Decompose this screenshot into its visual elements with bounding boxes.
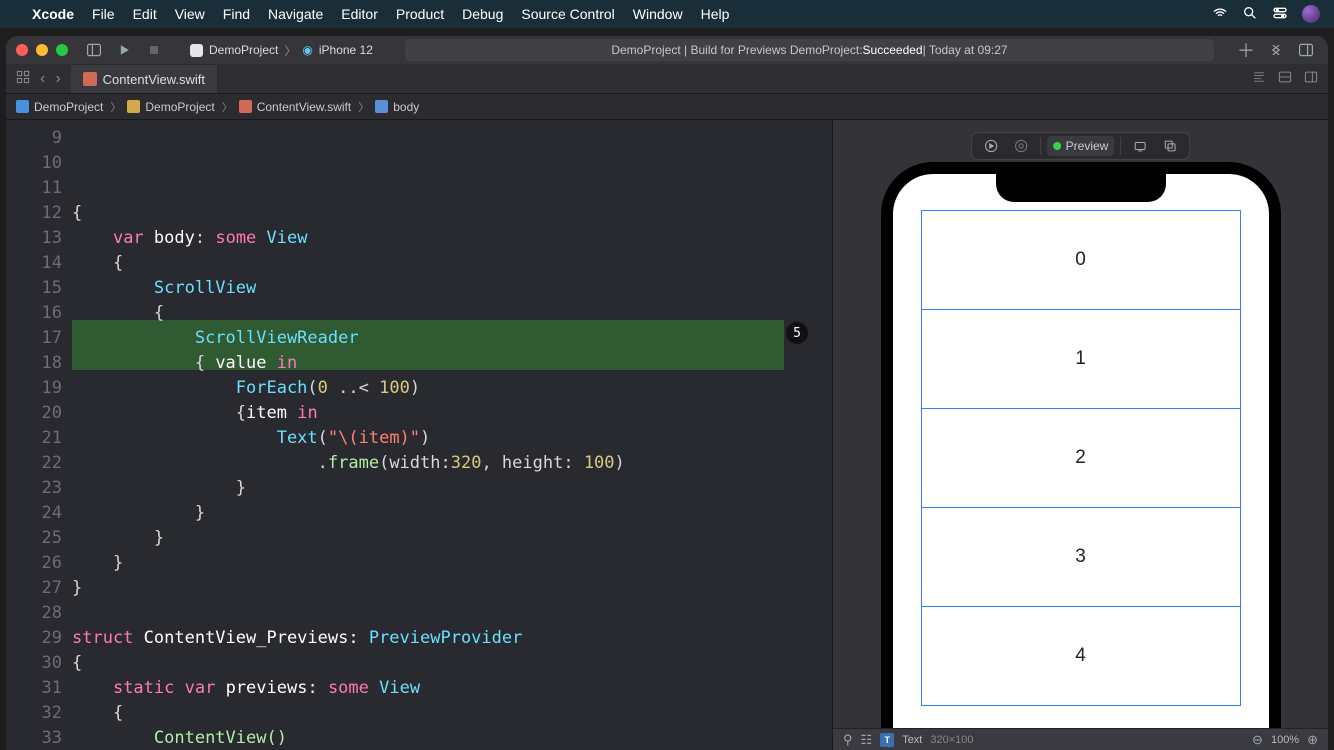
scheme-selector[interactable]: DemoProject 〉 ◉ iPhone 12 <box>182 40 381 61</box>
device-icon: ◉ <box>302 43 312 57</box>
user-avatar-icon[interactable] <box>1302 5 1320 23</box>
tab-contentview[interactable]: ContentView.swift <box>71 64 218 93</box>
fullscreen-window-button[interactable] <box>56 44 68 56</box>
zoom-out-icon[interactable]: ⊖ <box>1252 732 1263 748</box>
menu-source-control[interactable]: Source Control <box>521 6 614 22</box>
chevron-icon: 〉 <box>356 99 371 115</box>
nav-forward-icon[interactable]: › <box>55 70 60 88</box>
related-items-icon[interactable] <box>16 70 30 87</box>
crumb-1[interactable]: DemoProject <box>34 100 103 114</box>
jump-bar[interactable]: DemoProject 〉 DemoProject 〉 ContentView.sw… <box>6 94 1328 120</box>
chevron-right-icon: 〉 <box>284 42 296 59</box>
wifi-icon[interactable] <box>1212 5 1228 24</box>
nav-back-icon[interactable]: ‹ <box>40 70 45 88</box>
list-item[interactable]: 3 <box>921 507 1241 607</box>
list-item[interactable]: 2 <box>921 408 1241 508</box>
scheme-device-label: iPhone 12 <box>319 43 373 57</box>
crumb-4[interactable]: body <box>393 100 419 114</box>
zoom-in-icon[interactable]: ⊕ <box>1307 732 1318 748</box>
menu-file[interactable]: File <box>92 6 115 22</box>
status-prefix: DemoProject | Build for Previews DemoPro… <box>611 43 862 57</box>
window-toolbar: DemoProject 〉 ◉ iPhone 12 DemoProject | … <box>6 36 1328 64</box>
preview-canvas: Preview 0 1 2 3 4 <box>832 120 1328 750</box>
selectable-preview-button[interactable] <box>1008 136 1034 156</box>
device-screen[interactable]: 0 1 2 3 4 <box>893 174 1269 750</box>
variants-button[interactable] <box>1157 136 1183 156</box>
device-notch <box>996 174 1166 202</box>
status-result: Succeeded <box>863 43 923 57</box>
chevron-icon: 〉 <box>220 99 235 115</box>
add-editor-icon[interactable]: ＋ <box>1238 42 1254 58</box>
control-center-icon[interactable] <box>1272 5 1288 24</box>
menu-help[interactable]: Help <box>701 6 730 22</box>
diagnostic-badge[interactable]: 5 <box>786 322 808 344</box>
menu-find[interactable]: Find <box>223 6 250 22</box>
selected-element-dims: 320×100 <box>930 734 973 746</box>
crumb-3[interactable]: ContentView.swift <box>257 100 352 114</box>
library-icon[interactable] <box>1268 42 1284 58</box>
toggle-navigator-icon[interactable] <box>86 42 102 58</box>
scheme-project-label: DemoProject <box>209 43 278 57</box>
property-icon <box>375 100 388 113</box>
list-item[interactable]: 0 <box>921 210 1241 310</box>
code-text[interactable]: { var body: some View { ScrollView { Scr… <box>72 201 832 750</box>
app-target-icon <box>190 44 203 57</box>
canvas-status-bar: ⚲ ☷ T Text 320×100 ⊖ 100% ⊕ <box>833 728 1328 750</box>
folder-icon <box>127 100 140 113</box>
tab-label: ContentView.swift <box>103 72 205 87</box>
project-icon <box>16 100 29 113</box>
chevron-icon: 〉 <box>108 99 123 115</box>
menu-edit[interactable]: Edit <box>133 6 157 22</box>
menu-view[interactable]: View <box>175 6 205 22</box>
device-preview: 0 1 2 3 4 <box>881 162 1281 750</box>
menu-window[interactable]: Window <box>633 6 683 22</box>
device-settings-button[interactable] <box>1127 136 1153 156</box>
toggle-inspectors-icon[interactable] <box>1298 42 1314 58</box>
swift-file-icon <box>239 100 252 113</box>
minimap-toggle-icon[interactable] <box>1252 70 1266 87</box>
menu-product[interactable]: Product <box>396 6 444 22</box>
traffic-lights <box>16 44 68 56</box>
minimize-window-button[interactable] <box>36 44 48 56</box>
preview-scrollview[interactable]: 0 1 2 3 4 <box>893 174 1269 706</box>
preview-button[interactable]: Preview <box>1047 136 1115 156</box>
editor-tabbar: ‹ › ContentView.swift <box>6 64 1328 94</box>
source-editor[interactable]: 9 10 11 12 13 14 15 16 17 18 19 20 21 22… <box>6 120 832 750</box>
xcode-window: DemoProject 〉 ◉ iPhone 12 DemoProject | … <box>6 36 1328 750</box>
line-gutter: 9 10 11 12 13 14 15 16 17 18 19 20 21 22… <box>6 120 72 750</box>
adjust-editor-icon[interactable] <box>1278 70 1292 87</box>
list-item[interactable]: 1 <box>921 309 1241 409</box>
canvas-toolbar: Preview <box>971 132 1191 160</box>
status-time: | Today at 09:27 <box>923 43 1008 57</box>
app-name[interactable]: Xcode <box>32 6 74 22</box>
pin-icon[interactable]: ⚲ <box>843 732 853 748</box>
text-element-icon: T <box>880 733 894 747</box>
selected-element-type: Text <box>902 734 922 746</box>
preview-label: Preview <box>1066 139 1109 153</box>
live-preview-button[interactable] <box>978 136 1004 156</box>
activity-status-bar[interactable]: DemoProject | Build for Previews DemoPro… <box>405 39 1214 61</box>
spotlight-icon[interactable] <box>1242 5 1258 24</box>
add-editor-right-icon[interactable] <box>1304 70 1318 87</box>
stop-button-icon[interactable] <box>146 42 162 58</box>
swift-file-icon <box>83 72 97 86</box>
macos-menubar: Xcode File Edit View Find Navigate Edito… <box>0 0 1334 28</box>
separator <box>1040 137 1041 155</box>
run-button-icon[interactable] <box>116 42 132 58</box>
menu-editor[interactable]: Editor <box>341 6 378 22</box>
close-window-button[interactable] <box>16 44 28 56</box>
device-frame: 0 1 2 3 4 <box>881 162 1281 750</box>
menu-navigate[interactable]: Navigate <box>268 6 323 22</box>
separator <box>1120 137 1121 155</box>
main-split: 9 10 11 12 13 14 15 16 17 18 19 20 21 22… <box>6 120 1328 750</box>
zoom-level[interactable]: 100% <box>1271 734 1299 746</box>
status-dot-icon <box>1053 142 1061 150</box>
crumb-2[interactable]: DemoProject <box>145 100 214 114</box>
hierarchy-icon[interactable]: ☷ <box>861 732 873 748</box>
list-item[interactable]: 4 <box>921 606 1241 706</box>
menu-debug[interactable]: Debug <box>462 6 503 22</box>
